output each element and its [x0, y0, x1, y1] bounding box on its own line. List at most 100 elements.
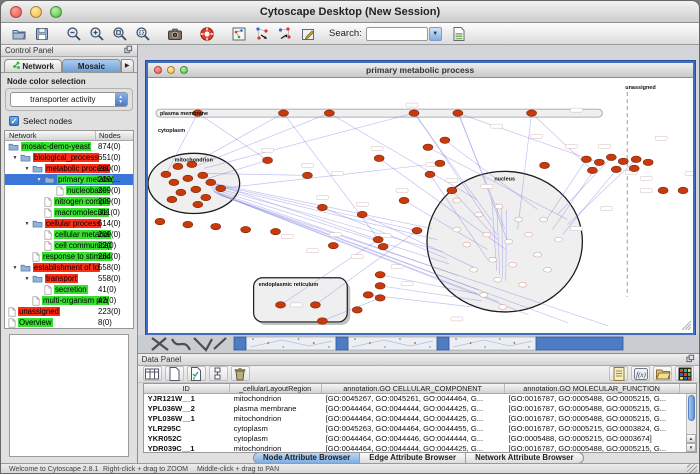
- network-node[interactable]: [375, 283, 385, 289]
- column-header[interactable]: annotation.GO CELLULAR_COMPONENT: [322, 384, 505, 393]
- network-node[interactable]: [240, 226, 250, 232]
- network-node[interactable]: [302, 172, 312, 178]
- create-attribute-icon[interactable]: [165, 366, 184, 381]
- network-node[interactable]: [504, 239, 512, 244]
- more-tabs-button[interactable]: ▶: [121, 59, 134, 72]
- tree-row[interactable]: ▼primary metabo209(...: [5, 174, 133, 185]
- open-icon[interactable]: [7, 24, 30, 44]
- strip-scroll-thumb[interactable]: [536, 337, 623, 350]
- float-panel-icon[interactable]: [124, 45, 133, 56]
- network-node[interactable]: [270, 228, 280, 234]
- strip-scroll-thumb[interactable]: [336, 337, 348, 350]
- network-node[interactable]: [474, 212, 482, 217]
- clear-selection-icon[interactable]: [209, 366, 228, 381]
- network-node[interactable]: [452, 227, 460, 232]
- scroll-up-button[interactable]: ▲: [686, 434, 696, 443]
- float-data-panel-icon[interactable]: [686, 354, 695, 365]
- network-node[interactable]: [378, 243, 388, 249]
- select-nodes-checkbox[interactable]: ✓: [9, 116, 19, 126]
- network-node[interactable]: [262, 157, 272, 163]
- column-header[interactable]: annotation.GO MOLECULAR_FUNCTION: [505, 384, 680, 393]
- list-icon[interactable]: [609, 366, 628, 381]
- tree-row[interactable]: ▼cellular process614(0): [5, 218, 133, 229]
- table-row[interactable]: YPL036W__2plasma membrane[GO:0044464, GO…: [144, 404, 696, 414]
- network-node[interactable]: [629, 165, 639, 171]
- table-row[interactable]: YLR295Ccytoplasm[GO:0045263, GO:0044464,…: [144, 424, 696, 434]
- open-folder-icon[interactable]: [653, 366, 672, 381]
- network-node[interactable]: [643, 159, 653, 165]
- network-node[interactable]: [533, 252, 541, 257]
- network-node[interactable]: [425, 171, 435, 177]
- network-node[interactable]: [543, 267, 551, 272]
- close-button[interactable]: [10, 6, 22, 18]
- network-node[interactable]: [678, 187, 688, 193]
- table-row[interactable]: YJR121W__1mitochondrion[GO:0045267, GO:0…: [144, 394, 696, 404]
- network-node[interactable]: [423, 144, 433, 150]
- network-node[interactable]: [611, 166, 621, 172]
- network-node[interactable]: [363, 292, 373, 298]
- heatmap-icon[interactable]: [675, 366, 694, 381]
- resize-grip[interactable]: [687, 464, 697, 474]
- tree-row[interactable]: multi-organism pro42(0): [5, 295, 133, 306]
- tree-row[interactable]: ▼transport558(0): [5, 273, 133, 284]
- tree-row[interactable]: mosaic-demo-yeast874(0): [5, 141, 133, 152]
- column-header[interactable]: ID: [144, 384, 230, 393]
- network-minimize-button[interactable]: [167, 66, 175, 74]
- column-header[interactable]: _cellularLayoutRegion: [230, 384, 322, 393]
- tree-row[interactable]: nitrogen compo209(0): [5, 196, 133, 207]
- minimized-window-preview[interactable]: [449, 337, 536, 350]
- tab-network[interactable]: Network: [4, 59, 62, 72]
- network-node[interactable]: [357, 211, 367, 217]
- network-node[interactable]: [275, 302, 285, 308]
- network-zoom-button[interactable]: [180, 66, 188, 74]
- network-node[interactable]: [618, 158, 628, 164]
- window-titlebar[interactable]: Cytoscape Desktop (New Session): [1, 1, 699, 23]
- network-node[interactable]: [479, 292, 487, 297]
- canvas-resize-grip[interactable]: [688, 327, 691, 330]
- tree-row[interactable]: ▼metabolic process280(0): [5, 163, 133, 174]
- network-node[interactable]: [482, 232, 490, 237]
- zoom-selected-icon[interactable]: [131, 24, 154, 44]
- network-node[interactable]: [328, 242, 338, 248]
- network-node[interactable]: [498, 304, 506, 309]
- network-node[interactable]: [594, 159, 604, 165]
- strip-scroll-thumb[interactable]: [437, 337, 449, 350]
- import-table-icon[interactable]: [448, 24, 471, 44]
- network-node[interactable]: [317, 318, 327, 324]
- network-node[interactable]: [197, 172, 207, 178]
- tree-row[interactable]: ▼biological_process651(0): [5, 152, 133, 163]
- network-node[interactable]: [581, 156, 591, 162]
- network-node[interactable]: [161, 171, 171, 177]
- network-node[interactable]: [526, 110, 536, 116]
- network-node[interactable]: [155, 218, 165, 224]
- network-canvas[interactable]: plasma membranecytoplasmmitochondrionnuc…: [148, 78, 693, 333]
- tree-row[interactable]: cell communicat22(0): [5, 240, 133, 251]
- network-node[interactable]: [539, 217, 547, 222]
- attribute-table[interactable]: ID_cellularLayoutRegionannotation.GO CEL…: [143, 383, 697, 453]
- tab-edge-attribute-browser[interactable]: Edge Attribute Browser: [360, 453, 466, 463]
- annotation-icon[interactable]: [296, 24, 319, 44]
- network-node[interactable]: [462, 242, 470, 247]
- network-node[interactable]: [452, 198, 460, 203]
- select-attributes-icon[interactable]: [143, 366, 162, 381]
- network-node[interactable]: [412, 227, 422, 233]
- network-node[interactable]: [399, 197, 409, 203]
- network-window-titlebar[interactable]: primary metabolic process: [148, 63, 693, 78]
- network-node[interactable]: [447, 187, 457, 193]
- tree-row[interactable]: Overview8(0): [5, 317, 133, 328]
- network-node[interactable]: [352, 307, 362, 313]
- network-node[interactable]: [631, 156, 641, 162]
- network-node[interactable]: [215, 185, 225, 191]
- network-node[interactable]: [524, 232, 532, 237]
- network-close-button[interactable]: [154, 66, 162, 74]
- network-node[interactable]: [324, 110, 334, 116]
- expand-arrow-icon[interactable]: ▼: [22, 166, 32, 172]
- zoom-in-icon[interactable]: [85, 24, 108, 44]
- expand-arrow-icon[interactable]: ▼: [22, 276, 32, 282]
- network-node[interactable]: [587, 167, 597, 173]
- network-node[interactable]: [200, 194, 210, 200]
- network-node[interactable]: [452, 110, 462, 116]
- network-node[interactable]: [373, 236, 383, 242]
- tree-row[interactable]: secretion41(0): [5, 284, 133, 295]
- table-row[interactable]: YKR052Ccytoplasm[GO:0044464, GO:0044446,…: [144, 434, 696, 444]
